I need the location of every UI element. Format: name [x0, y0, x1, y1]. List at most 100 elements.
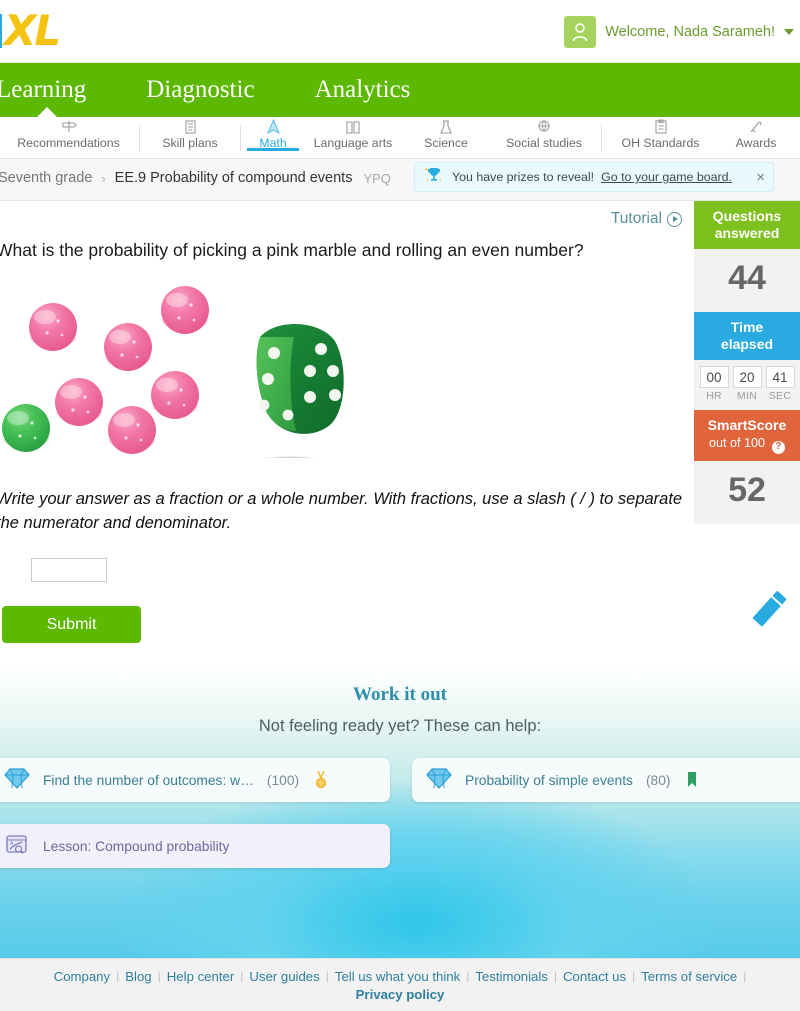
subject-tab-label: Awards: [735, 136, 777, 150]
footer: Company | Blog | Help center | User guid…: [0, 958, 800, 1011]
ribbon-icon: [717, 119, 795, 134]
footer-link-tell-us-what-you-think[interactable]: Tell us what you think: [335, 969, 460, 984]
gold-medal-icon: [314, 770, 328, 790]
subject-tab-awards[interactable]: Awards: [717, 117, 795, 150]
nav-divider: [139, 124, 140, 151]
close-icon[interactable]: ×: [756, 170, 765, 185]
footer-link-terms-of-service[interactable]: Terms of service: [641, 969, 737, 984]
clipboard-icon: [604, 119, 717, 134]
footer-link-help-center[interactable]: Help center: [167, 969, 234, 984]
footer-separator: |: [325, 969, 329, 983]
nav-item-diagnostic[interactable]: Diagnostic: [136, 76, 264, 104]
time-elapsed-value: 00 20 41 HR MIN SEC: [694, 360, 800, 411]
pencil-scratchpad-icon[interactable]: [746, 586, 800, 643]
help-card-label: Probability of simple events: [465, 772, 633, 788]
answer-input[interactable]: [31, 558, 107, 582]
subject-tab-oh-standards[interactable]: OH Standards: [604, 117, 717, 150]
help-card-count: (80): [645, 772, 671, 788]
subject-tab-label: Skill plans: [162, 136, 218, 150]
time-elapsed-header: Time elapsed: [694, 312, 800, 361]
marbles-and-die-figure: [0, 273, 360, 466]
prize-banner-text: You have prizes to reveal!: [452, 170, 595, 184]
help-icon[interactable]: ?: [771, 440, 785, 454]
open-book-icon: [303, 119, 403, 134]
ixl-practice-page: XL Welcome, Nada Sarameh! Learning Diagn…: [0, 0, 800, 1011]
signpost-icon: [0, 119, 137, 134]
help-card-simple-events[interactable]: Probability of simple events (80): [412, 758, 800, 802]
subject-tab-label: OH Standards: [621, 136, 700, 150]
chevron-down-icon[interactable]: [784, 29, 794, 35]
logo-xl-text: XL: [4, 6, 61, 55]
footer-link-testimonials[interactable]: Testimonials: [475, 969, 548, 984]
footer-separator: |: [553, 969, 558, 983]
subject-nav: Recommendations Skill plans Math Languag…: [0, 117, 800, 159]
nav-item-learning[interactable]: Learning: [0, 76, 96, 104]
subject-tab-skill-plans[interactable]: Skill plans: [142, 117, 238, 150]
help-card-label: Find the number of outcomes: w…: [43, 772, 254, 788]
diamond-icon: [4, 766, 30, 795]
time-hours-label: HR: [706, 390, 722, 403]
help-card-count: (100): [266, 772, 300, 788]
diamond-icon: [426, 766, 452, 795]
prize-banner: You have prizes to reveal! Go to your ga…: [414, 162, 774, 192]
breadcrumb-skill-code: YPQ: [363, 170, 391, 186]
smartscore-header: SmartScore out of 100 ?: [694, 410, 800, 461]
score-rail: Questions answered 44 Time elapsed 00 20…: [694, 201, 800, 524]
tutorial-label: Tutorial: [610, 210, 662, 227]
breadcrumb-skill: EE.9 Probability of compound events: [114, 170, 353, 186]
time-minutes-label: MIN: [736, 390, 758, 403]
breadcrumb-chevron-icon: ›: [101, 170, 106, 186]
nav-divider: [240, 124, 241, 151]
time-hours: 00: [699, 366, 729, 389]
green-ribbon-icon: [686, 771, 698, 789]
nav-divider: [601, 124, 602, 151]
smartscore-value: 52: [694, 460, 800, 524]
footer-separator: |: [632, 969, 636, 983]
top-bar: XL Welcome, Nada Sarameh!: [0, 0, 800, 63]
footer-link-user-guides[interactable]: User guides: [249, 969, 319, 984]
welcome-label: Welcome, Nada Sarameh!: [605, 24, 775, 40]
lesson-icon: A: [4, 832, 30, 861]
questions-answered-title-1: Questions: [712, 208, 782, 224]
help-card-label: Lesson: Compound probability: [43, 838, 230, 854]
subject-tab-language-arts[interactable]: Language arts: [303, 117, 403, 150]
tutorial-button[interactable]: Tutorial: [611, 210, 682, 228]
footer-link-privacy-policy[interactable]: Privacy policy: [356, 987, 445, 1002]
help-card-find-outcomes[interactable]: Find the number of outcomes: w… (100): [0, 758, 390, 802]
submit-button[interactable]: Submit: [2, 606, 141, 643]
nav-item-analytics[interactable]: Analytics: [305, 76, 421, 104]
breadcrumb-grade[interactable]: Seventh grade: [0, 170, 92, 186]
footer-separator: |: [466, 969, 470, 983]
compass-icon: [243, 118, 303, 134]
subject-tab-label: Recommendations: [17, 136, 120, 150]
footer-link-blog[interactable]: Blog: [125, 969, 151, 984]
time-elapsed-title-1: Time: [730, 319, 764, 336]
subject-tab-label: Social studies: [506, 136, 582, 150]
subject-tab-social-studies[interactable]: Social studies: [489, 117, 599, 150]
subject-tab-label: Math: [259, 136, 287, 150]
subject-tab-math[interactable]: Math: [243, 117, 303, 151]
user-avatar-icon: [564, 16, 597, 48]
globe-icon: [489, 119, 599, 134]
user-menu[interactable]: Welcome, Nada Sarameh!: [564, 16, 794, 48]
subject-tab-recommendations[interactable]: Recommendations: [0, 117, 137, 150]
footer-links: Company | Blog | Help center | User guid…: [54, 969, 747, 984]
help-card-lesson[interactable]: A Lesson: Compound probability: [0, 824, 390, 868]
subject-tab-science[interactable]: Science: [403, 117, 489, 150]
main-nav: Learning Diagnostic Analytics: [0, 63, 800, 118]
footer-link-contact-us[interactable]: Contact us: [563, 969, 626, 984]
work-it-out-section: Work it out Not feeling ready yet? These…: [0, 666, 800, 958]
answer-instruction: Write your answer as a fraction or a who…: [0, 490, 683, 532]
smartscore-title: SmartScore: [707, 417, 787, 434]
footer-link-company[interactable]: Company: [54, 969, 110, 984]
breadcrumb: Seventh grade › EE.9 Probability of comp…: [0, 170, 391, 186]
footer-separator: |: [116, 969, 120, 983]
time-minutes: 20: [732, 366, 762, 389]
questions-answered-header: Questions answered: [694, 201, 800, 250]
checklist-icon: [142, 119, 238, 134]
play-circle-icon: [667, 211, 682, 227]
time-seconds: 41: [765, 366, 795, 389]
game-board-link[interactable]: Go to your game board.: [601, 170, 732, 184]
smartscore-subtitle: out of 100: [709, 436, 766, 451]
ixl-logo[interactable]: XL: [0, 6, 61, 55]
